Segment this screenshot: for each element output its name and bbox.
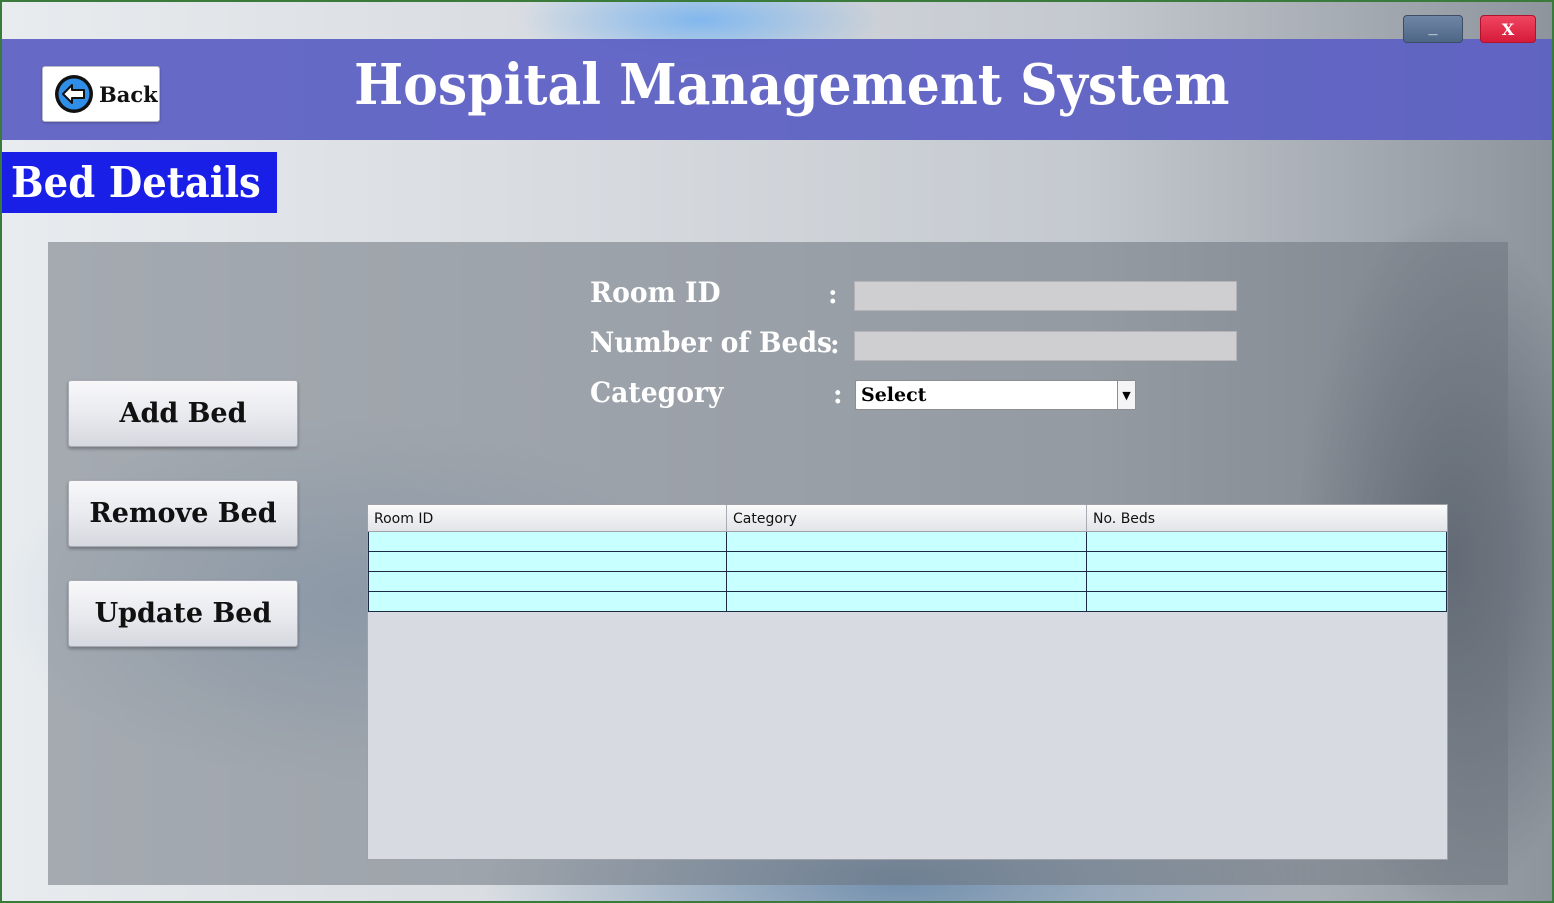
minimize-button[interactable]: _ xyxy=(1403,15,1463,43)
room-id-colon: : xyxy=(828,280,838,310)
category-label: Category xyxy=(590,376,724,409)
back-arrow-icon xyxy=(53,73,95,115)
category-select-value: Select xyxy=(861,384,927,406)
back-label: Back xyxy=(99,81,158,107)
number-of-beds-input[interactable] xyxy=(854,331,1237,361)
back-button[interactable]: Back xyxy=(42,66,160,122)
table-body xyxy=(368,532,1447,612)
table-header: Room ID Category No. Beds xyxy=(368,505,1447,532)
section-title: Bed Details xyxy=(2,152,277,213)
table-cell[interactable] xyxy=(1087,592,1447,612)
beds-table: Room ID Category No. Beds xyxy=(367,504,1448,860)
table-row[interactable] xyxy=(368,552,1447,572)
table-cell[interactable] xyxy=(1087,572,1447,592)
column-header-room-id[interactable]: Room ID xyxy=(368,505,727,531)
beds-label: Number of Beds xyxy=(590,326,833,359)
room-id-label: Room ID xyxy=(590,276,721,309)
table-cell[interactable] xyxy=(727,532,1087,552)
table-cell[interactable] xyxy=(1087,532,1447,552)
table-cell[interactable] xyxy=(727,572,1087,592)
category-colon: : xyxy=(833,380,843,410)
column-header-no-beds[interactable]: No. Beds xyxy=(1087,505,1447,531)
table-cell[interactable] xyxy=(368,572,727,592)
app-title: Hospital Management System xyxy=(354,52,1230,118)
table-cell[interactable] xyxy=(368,552,727,572)
table-row[interactable] xyxy=(368,532,1447,552)
table-cell[interactable] xyxy=(727,552,1087,572)
remove-bed-button[interactable]: Remove Bed xyxy=(68,480,298,547)
category-select[interactable]: Select ▼ xyxy=(855,380,1136,410)
beds-colon: : xyxy=(830,330,840,360)
table-row[interactable] xyxy=(368,592,1447,612)
update-bed-button[interactable]: Update Bed xyxy=(68,580,298,647)
close-button[interactable]: X xyxy=(1480,15,1536,43)
column-header-category[interactable]: Category xyxy=(727,505,1087,531)
chevron-down-icon[interactable]: ▼ xyxy=(1117,381,1135,409)
table-cell[interactable] xyxy=(1087,552,1447,572)
table-cell[interactable] xyxy=(368,532,727,552)
table-cell[interactable] xyxy=(727,592,1087,612)
add-bed-button[interactable]: Add Bed xyxy=(68,380,298,447)
room-id-input[interactable] xyxy=(854,281,1237,311)
table-cell[interactable] xyxy=(368,592,727,612)
table-row[interactable] xyxy=(368,572,1447,592)
